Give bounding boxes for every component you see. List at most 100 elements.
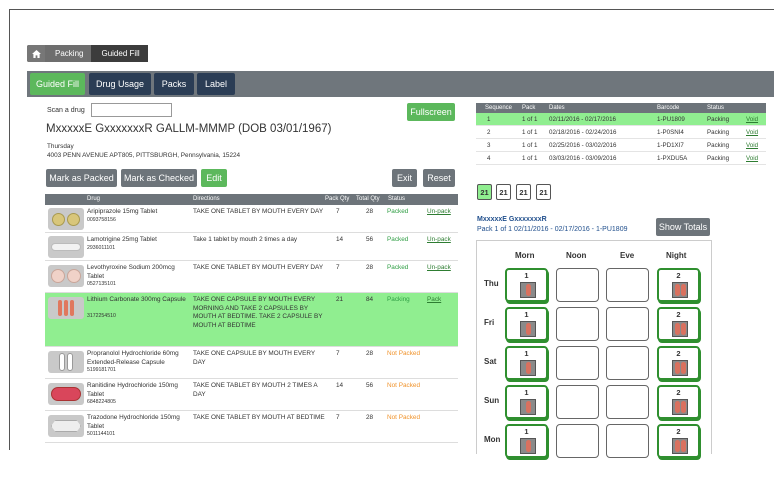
drug-code: 2936011101	[87, 245, 116, 251]
fullscreen-button[interactable]: Fullscreen	[407, 103, 455, 121]
void-link[interactable]: Void	[746, 155, 758, 162]
reset-button[interactable]: Reset	[423, 169, 455, 187]
seq-number: 4	[487, 155, 491, 162]
mark-packed-button[interactable]: Mark as Packed	[46, 169, 117, 187]
seq-number: 2	[487, 129, 491, 136]
seq-pack: 1 of 1	[522, 142, 538, 149]
blister-slot[interactable]	[556, 307, 599, 341]
drug-row[interactable]: Trazodone Hydrochloride 150mg Tablet 5011…	[45, 411, 458, 443]
drug-action-link[interactable]: Pack	[427, 296, 441, 303]
col-pack-qty: Pack Qty	[325, 196, 350, 202]
mark-checked-button[interactable]: Mark as Checked	[121, 169, 197, 187]
drug-name: Levothyroxine Sodium 200mcg Tablet	[87, 264, 175, 280]
drug-directions: TAKE ONE CAPSULE BY MOUTH EVERY DAY	[193, 350, 316, 366]
drug-row[interactable]: Aripiprazole 15mg Tablet 0093758156 TAKE O…	[45, 205, 458, 233]
pill-image	[48, 265, 84, 287]
drug-total-qty: 56	[366, 236, 374, 243]
slot-count: 1	[524, 349, 529, 358]
slot-count: 2	[676, 271, 681, 280]
home-icon[interactable]	[27, 45, 45, 62]
tab-label[interactable]: Label	[197, 73, 235, 95]
pill-image	[48, 236, 84, 258]
tab-guided-fill[interactable]: Guided Fill	[30, 73, 85, 95]
capsule-icon	[520, 360, 536, 376]
sequence-row[interactable]: 2 1 of 1 02/18/2016 - 02/24/2016 1-P0SNI4 Pa…	[476, 126, 766, 139]
slot-count: 1	[524, 310, 529, 319]
blister-slot[interactable]	[606, 268, 649, 302]
drug-code: 6848224805	[87, 399, 116, 405]
drug-row[interactable]: Propranolol Hydrochloride 60mg Extended-…	[45, 347, 458, 379]
blister-slot[interactable]	[556, 268, 599, 302]
patient-day: Thursday	[47, 143, 74, 150]
blister-slot[interactable]: 1	[505, 268, 548, 302]
drug-name: Lamotrigine 25mg Tablet	[87, 236, 157, 243]
seq-status: Packing	[707, 155, 730, 162]
sequence-row[interactable]: 3 1 of 1 02/25/2016 - 03/02/2016 1-PD1XI7 Pa…	[476, 139, 766, 152]
day-count-box[interactable]: 21	[477, 184, 492, 200]
seq-status: Packing	[707, 116, 730, 123]
sequence-row[interactable]: 1 1 of 1 02/11/2016 - 02/17/2016 1-PU1809 Pa…	[476, 113, 766, 126]
blister-slot[interactable]: 2	[657, 424, 700, 458]
blister-slot[interactable]: 1	[505, 424, 548, 458]
drug-name: Lithium Carbonate 300mg Capsule	[87, 296, 186, 303]
show-totals-button[interactable]: Show Totals	[656, 218, 710, 236]
blister-slot[interactable]	[606, 307, 649, 341]
void-link[interactable]: Void	[746, 116, 758, 123]
seq-dates: 03/03/2016 - 03/09/2016	[549, 155, 617, 162]
col-pack: Pack	[522, 105, 536, 111]
capsule-icon	[520, 438, 536, 454]
capsule-icon	[520, 282, 536, 298]
breadcrumb-packing[interactable]: Packing	[45, 45, 92, 62]
blister-slot[interactable]	[556, 346, 599, 380]
tab-drug-usage[interactable]: Drug Usage	[89, 73, 151, 95]
seq-status: Packing	[707, 142, 730, 149]
drug-row[interactable]: Lithium Carbonate 300mg Capsule 317225451…	[45, 293, 458, 347]
edit-button[interactable]: Edit	[201, 169, 227, 187]
drug-row[interactable]: Levothyroxine Sodium 200mcg Tablet 052713…	[45, 261, 458, 293]
exit-button[interactable]: Exit	[392, 169, 417, 187]
drug-name: Ranitidine Hydrochloride 150mg Tablet	[87, 382, 178, 398]
blister-slot[interactable]	[556, 385, 599, 419]
seq-barcode: 1-PU1809	[657, 116, 685, 123]
drug-pack-qty: 14	[336, 236, 344, 243]
drug-action-link[interactable]: Un-pack	[427, 208, 451, 215]
slot-count: 2	[676, 388, 681, 397]
day-count-box[interactable]: 21	[536, 184, 551, 200]
capsule-icon	[672, 438, 688, 454]
void-link[interactable]: Void	[746, 129, 758, 136]
blister-slot[interactable]: 1	[505, 346, 548, 380]
blister-slot[interactable]	[606, 385, 649, 419]
slot-count: 1	[524, 427, 529, 436]
drug-row[interactable]: Ranitidine Hydrochloride 150mg Tablet 684…	[45, 379, 458, 411]
day-count-box[interactable]: 21	[496, 184, 511, 200]
col-seq-status: Status	[707, 105, 725, 111]
seq-pack: 1 of 1	[522, 116, 538, 123]
void-link[interactable]: Void	[746, 142, 758, 149]
blister-slot[interactable]: 2	[657, 346, 700, 380]
blister-slot[interactable]: 1	[505, 307, 548, 341]
day-label: Sun	[484, 396, 500, 405]
drug-pack-qty: 7	[336, 208, 340, 215]
drug-pack-qty: 7	[336, 350, 340, 357]
blister-slot[interactable]: 2	[657, 307, 700, 341]
blister-slot[interactable]	[606, 346, 649, 380]
blister-slot[interactable]	[556, 424, 599, 458]
sequence-row[interactable]: 4 1 of 1 03/03/2016 - 03/09/2016 1-PXDU5A Pa…	[476, 152, 766, 165]
blister-slot[interactable]: 2	[657, 385, 700, 419]
drug-action-link[interactable]: Un-pack	[427, 264, 451, 271]
col-sequence: Sequence	[485, 105, 513, 111]
drug-total-qty: 28	[366, 414, 374, 421]
tab-packs[interactable]: Packs	[154, 73, 194, 95]
drug-name: Aripiprazole 15mg Tablet	[87, 208, 158, 215]
scan-input[interactable]	[91, 103, 172, 117]
slot-count: 2	[676, 427, 681, 436]
day-count-box[interactable]: 21	[516, 184, 531, 200]
col-drug: Drug	[87, 196, 101, 202]
blister-slot[interactable]: 2	[657, 268, 700, 302]
drug-action-link[interactable]: Un-pack	[427, 236, 451, 243]
blister-slot[interactable]	[606, 424, 649, 458]
drug-code: 0527135101	[87, 281, 116, 287]
drug-row[interactable]: Lamotrigine 25mg Tablet 2936011101 Take 1 …	[45, 233, 458, 261]
seq-dates: 02/18/2016 - 02/24/2016	[549, 129, 617, 136]
blister-slot[interactable]: 1	[505, 385, 548, 419]
